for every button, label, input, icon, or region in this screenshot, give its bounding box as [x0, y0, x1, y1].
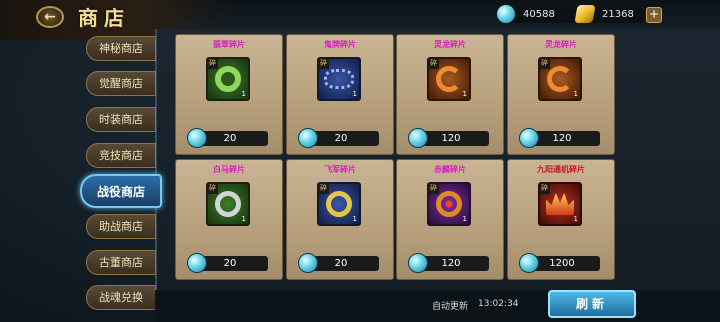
item-name: 翡翠碎片	[213, 39, 245, 49]
tab-campaign-shop[interactable]: 战役商店	[80, 174, 162, 208]
gem-balance: 40588	[497, 5, 577, 23]
gem-icon	[497, 5, 515, 23]
shop-item-card[interactable]: 赤麟碎片 碎 1 120	[396, 159, 504, 280]
tab-mystery-shop[interactable]: 神秘商店	[86, 36, 156, 61]
refresh-button[interactable]: 刷新	[548, 290, 636, 318]
fragment-badge: 碎	[318, 183, 329, 194]
tab-arena-shop[interactable]: 竞技商店	[86, 143, 156, 168]
gold-balance: 21368	[574, 5, 646, 23]
tab-awaken-shop[interactable]: 觉醒商店	[86, 71, 156, 96]
dragon-amulet-icon	[436, 66, 462, 92]
item-icon-frame[interactable]: 碎 1	[206, 182, 250, 226]
item-icon-frame[interactable]: 碎 1	[317, 57, 361, 101]
tab-antique-shop[interactable]: 古董商店	[86, 250, 156, 275]
fragment-badge: 碎	[207, 58, 218, 69]
shop-item-card[interactable]: 灵龙碎片 碎 1 120	[507, 34, 615, 155]
shop-item-card[interactable]: 鬼牌碎片 碎 1 20	[286, 34, 394, 155]
add-currency-button[interactable]: +	[646, 7, 662, 23]
jade-pendant-icon	[215, 66, 241, 92]
refresh-countdown: 13:02:34	[478, 299, 519, 309]
back-button[interactable]: ←	[36, 6, 64, 28]
item-name: 灵龙碎片	[434, 39, 466, 49]
item-count: 1	[573, 90, 578, 98]
item-count: 1	[462, 90, 467, 98]
item-name: 鬼牌碎片	[324, 39, 356, 49]
item-icon-frame[interactable]: 碎 1	[538, 57, 582, 101]
item-count: 1	[241, 215, 246, 223]
ruby-ring-icon	[436, 191, 462, 217]
gem-icon	[187, 253, 207, 273]
gold-amount: 21368	[602, 9, 634, 20]
item-name: 灵龙碎片	[545, 39, 577, 49]
dragon-amulet-icon	[547, 66, 573, 92]
shop-item-card[interactable]: 灵龙碎片 碎 1 120	[396, 34, 504, 155]
item-count: 1	[462, 215, 467, 223]
item-icon-frame[interactable]: 碎 1	[538, 182, 582, 226]
item-icon-frame[interactable]: 碎 1	[206, 57, 250, 101]
item-count: 1	[573, 215, 578, 223]
item-icon-frame[interactable]: 碎 1	[427, 182, 471, 226]
fragment-badge: 碎	[539, 183, 550, 194]
gem-icon	[298, 253, 318, 273]
fragment-badge: 碎	[318, 58, 329, 69]
item-name: 赤麟碎片	[434, 164, 466, 174]
silver-ring-icon	[215, 191, 241, 217]
gem-icon	[298, 128, 318, 148]
item-icon-frame[interactable]: 碎 1	[427, 57, 471, 101]
item-count: 1	[352, 90, 357, 98]
gold-ingot-icon	[574, 5, 596, 23]
fragment-badge: 碎	[428, 183, 439, 194]
fragment-badge: 碎	[428, 58, 439, 69]
back-arrow-icon: ←	[44, 9, 56, 25]
item-name: 飞军碎片	[324, 164, 356, 174]
shop-item-card[interactable]: 九阳通机碎片 碎 1 1200	[507, 159, 615, 280]
gem-icon	[187, 128, 207, 148]
gem-icon	[519, 253, 539, 273]
gem-icon	[408, 128, 428, 148]
item-name: 九阳通机碎片	[537, 164, 585, 174]
gem-amount: 40588	[523, 9, 555, 20]
fragment-badge: 碎	[539, 58, 550, 69]
chain-necklace-icon	[324, 69, 354, 89]
gold-ring-icon	[326, 191, 352, 217]
shop-item-card[interactable]: 白马碎片 碎 1 20	[175, 159, 283, 280]
shop-item-card[interactable]: 翡翠碎片 碎 1 20	[175, 34, 283, 155]
item-icon-frame[interactable]: 碎 1	[317, 182, 361, 226]
page-title: 商店	[78, 6, 130, 30]
fragment-badge: 碎	[207, 183, 218, 194]
auto-refresh-label: 自动更新	[432, 302, 469, 312]
gem-icon	[519, 128, 539, 148]
tab-fashion-shop[interactable]: 时装商店	[86, 107, 156, 132]
shop-item-card[interactable]: 飞军碎片 碎 1 20	[286, 159, 394, 280]
crown-icon	[546, 193, 574, 215]
gem-icon	[408, 253, 428, 273]
tab-support-shop[interactable]: 助战商店	[86, 214, 156, 239]
item-name: 白马碎片	[213, 164, 245, 174]
tab-warsoul-exchange[interactable]: 战魂兑换	[86, 285, 156, 310]
item-count: 1	[352, 215, 357, 223]
item-count: 1	[241, 90, 246, 98]
